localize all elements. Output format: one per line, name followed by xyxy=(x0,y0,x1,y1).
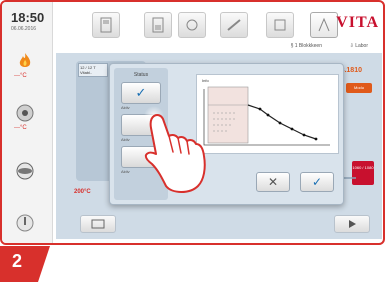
sidebar: 18:50 06.06.2016 ---°C ---°C xyxy=(2,2,53,243)
status-button-1[interactable]: ✓ xyxy=(121,82,161,104)
status-label-2: Aktiv xyxy=(121,137,130,142)
sidebar-value-vacuum: ---°C xyxy=(14,125,27,131)
sidebar-value-flame: ---°C xyxy=(14,73,27,79)
pointing-hand-icon xyxy=(144,106,206,193)
confirm-button[interactable]: ✓ xyxy=(300,172,334,192)
start-button[interactable] xyxy=(334,215,370,233)
program-button[interactable] xyxy=(178,12,206,38)
device-screen: 18:50 06.06.2016 ---°C ---°C VITA § 1 Bl… xyxy=(0,0,385,245)
disc-icon[interactable] xyxy=(14,160,36,182)
info-right: ⇩ Labor xyxy=(349,43,368,49)
settings-button[interactable] xyxy=(266,12,294,38)
furnace-open-button[interactable] xyxy=(92,12,120,38)
clock-date: 06.06.2016 xyxy=(11,26,37,32)
firing-curve-graph xyxy=(203,86,330,146)
graph-title: Info xyxy=(202,78,209,83)
step-badge xyxy=(0,246,50,282)
vacuum-pump-icon[interactable] xyxy=(14,102,36,124)
firing-graph-panel: Info xyxy=(196,74,339,154)
standby-icon[interactable] xyxy=(14,212,36,234)
furnace-close-button[interactable] xyxy=(144,12,172,38)
top-toolbar: VITA xyxy=(56,4,383,42)
bottom-toolbar xyxy=(56,213,382,235)
status-label-3: Aktiv xyxy=(121,169,130,174)
flame-icon[interactable] xyxy=(14,50,36,72)
status-label-1: Aktiv xyxy=(121,105,130,110)
vita-logo: VITA xyxy=(336,14,379,31)
tool-button[interactable] xyxy=(220,12,248,38)
program-label[interactable]: 12 / 12 T Vitabl.. xyxy=(78,63,108,77)
clock-time: 18:50 xyxy=(11,10,45,25)
status-title: Status xyxy=(133,72,149,78)
start-temperature: 200°C xyxy=(74,189,91,195)
info-left: § 1 Blokkkeen xyxy=(290,43,322,49)
step-number: 2 xyxy=(12,251,23,271)
cancel-button[interactable]: ✕ xyxy=(256,172,290,192)
info-strip: § 1 Blokkkeen ⇩ Labor xyxy=(56,43,383,52)
list-button[interactable] xyxy=(80,215,116,233)
info-button[interactable] xyxy=(310,12,338,38)
